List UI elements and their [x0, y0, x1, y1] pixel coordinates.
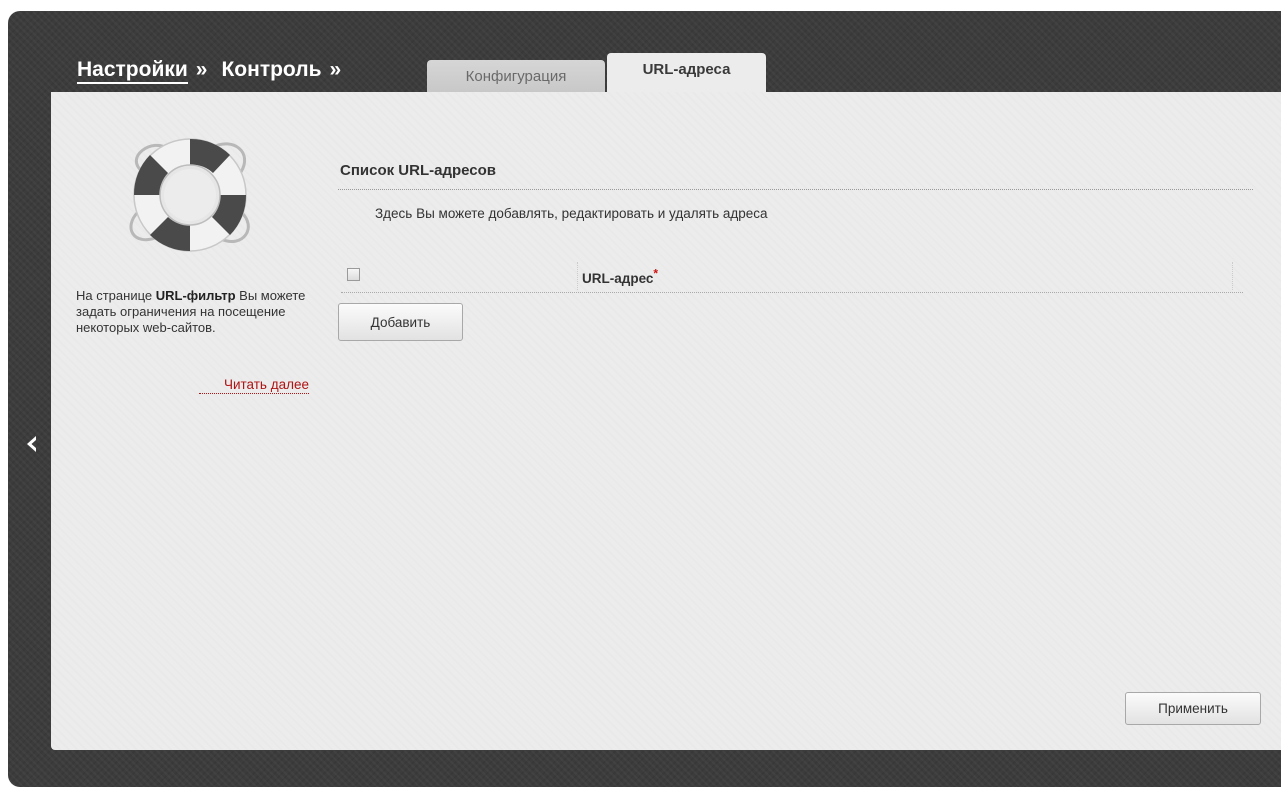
breadcrumb: Настройки » Контроль »: [77, 58, 355, 88]
column-divider: [577, 262, 578, 290]
section-divider: [338, 189, 1253, 190]
lifebuoy-icon: [113, 127, 263, 257]
breadcrumb-control: Контроль: [221, 58, 322, 81]
help-text: На странице URL-фильтр Вы можете задать …: [76, 288, 316, 336]
section-description: Здесь Вы можете добавлять, редактировать…: [375, 206, 768, 221]
url-table-header: URL-адрес*: [341, 260, 1243, 293]
tab-url-addresses[interactable]: URL-адреса: [607, 53, 766, 92]
column-header-url: URL-адрес*: [582, 268, 658, 287]
content-panel: На странице URL-фильтр Вы можете задать …: [51, 92, 1281, 750]
add-button[interactable]: Добавить: [338, 303, 463, 341]
required-marker: *: [653, 266, 659, 281]
select-all-checkbox[interactable]: [347, 268, 360, 281]
column-divider: [1232, 262, 1233, 290]
section-title: Список URL-адресов: [340, 162, 497, 179]
back-arrow-icon[interactable]: [24, 434, 44, 458]
breadcrumb-separator: »: [329, 58, 342, 81]
help-text-bold: URL-фильтр: [155, 288, 236, 303]
column-header-url-label: URL-адрес: [582, 271, 654, 286]
read-more-link[interactable]: Читать далее: [199, 376, 309, 394]
help-text-prefix: На странице: [76, 288, 156, 303]
apply-button[interactable]: Применить: [1125, 692, 1261, 725]
tab-configuration[interactable]: Конфигурация: [427, 60, 605, 92]
breadcrumb-settings-link[interactable]: Настройки: [77, 58, 188, 84]
breadcrumb-separator: »: [195, 58, 208, 81]
